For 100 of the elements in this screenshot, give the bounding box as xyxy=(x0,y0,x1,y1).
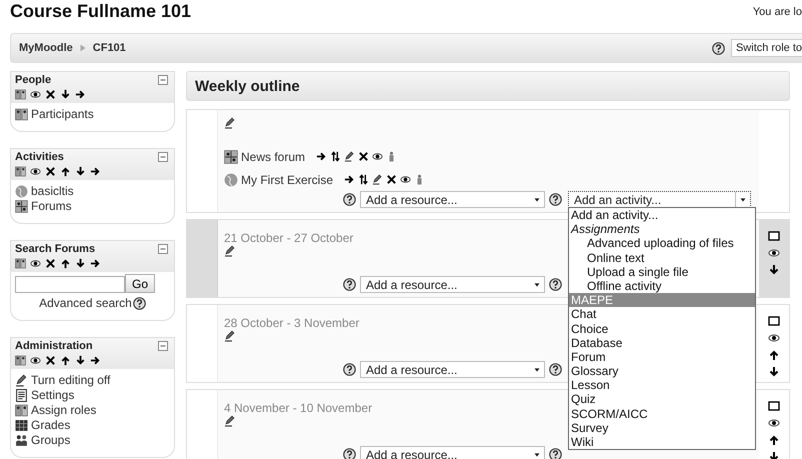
menu-option[interactable]: Glossary xyxy=(569,364,755,378)
up-arrow-icon[interactable] xyxy=(768,349,780,361)
help-icon[interactable] xyxy=(343,278,356,291)
menu-option[interactable]: Upload a single file xyxy=(569,264,755,279)
collapse-icon[interactable] xyxy=(157,243,169,255)
eye-icon[interactable] xyxy=(768,247,780,259)
down-arrow-icon[interactable] xyxy=(768,366,780,378)
activity-select[interactable]: Add an activity... xyxy=(568,191,751,208)
help-icon[interactable] xyxy=(343,448,356,459)
sidebar-link[interactable]: Grades xyxy=(31,418,70,432)
breadcrumb-link[interactable]: CF101 xyxy=(92,42,126,54)
activity-link[interactable]: My First Exercise xyxy=(241,172,334,186)
up-arrow-icon[interactable] xyxy=(60,166,71,177)
help-icon[interactable] xyxy=(549,193,562,206)
eye-icon[interactable] xyxy=(30,355,41,366)
breadcrumb-link[interactable]: MyMoodle xyxy=(19,42,73,54)
square-icon[interactable] xyxy=(768,315,780,327)
delete-icon[interactable] xyxy=(45,166,56,177)
help-icon[interactable] xyxy=(549,363,562,376)
right-arrow-icon[interactable] xyxy=(75,89,86,100)
right-arrow-icon[interactable] xyxy=(90,355,101,366)
up-arrow-icon[interactable] xyxy=(60,258,71,269)
pencil-icon[interactable] xyxy=(344,151,356,162)
eye-icon[interactable] xyxy=(372,151,384,162)
menu-option[interactable]: Database xyxy=(569,336,755,350)
up-arrow-icon[interactable] xyxy=(60,355,71,366)
people-icon[interactable] xyxy=(15,355,26,366)
pencil-icon[interactable] xyxy=(372,174,384,185)
document-icon xyxy=(15,388,28,402)
menu-option[interactable]: Online text xyxy=(569,250,755,265)
eye-icon[interactable] xyxy=(400,174,412,185)
eye-icon[interactable] xyxy=(768,332,780,344)
up-arrow-icon[interactable] xyxy=(768,434,780,446)
eye-icon[interactable] xyxy=(30,166,41,177)
help-icon[interactable] xyxy=(712,42,725,54)
sidebar-link[interactable]: basicltis xyxy=(31,184,74,198)
people-icon[interactable] xyxy=(15,166,26,177)
role-select[interactable]: Switch role to xyxy=(730,39,802,57)
delete-icon[interactable] xyxy=(358,151,370,162)
square-icon[interactable] xyxy=(768,230,780,242)
sidebar-link[interactable]: Participants xyxy=(31,107,94,121)
right-arrow-icon[interactable] xyxy=(344,174,356,185)
pencil-icon[interactable] xyxy=(224,415,236,427)
down-arrow-icon[interactable] xyxy=(75,355,86,366)
menu-option[interactable]: Advanced uploading of files xyxy=(569,236,755,251)
pencil-icon[interactable] xyxy=(224,330,236,342)
down-arrow-icon[interactable] xyxy=(75,166,86,177)
menu-option[interactable]: SCORM/AICC xyxy=(569,406,755,421)
menu-option[interactable]: Lesson xyxy=(569,378,755,392)
collapse-icon[interactable] xyxy=(157,74,169,86)
sidebar-link[interactable]: Settings xyxy=(31,388,74,402)
collapse-icon[interactable] xyxy=(157,340,169,352)
menu-option[interactable]: Quiz xyxy=(569,392,755,407)
pencil-icon[interactable] xyxy=(224,117,236,129)
help-icon[interactable] xyxy=(343,363,356,376)
down-arrow-icon[interactable] xyxy=(768,264,780,276)
menu-option[interactable]: Survey xyxy=(569,420,755,435)
menu-option[interactable]: Wiki xyxy=(569,435,755,450)
menu-option[interactable]: Offline activity xyxy=(569,278,755,294)
help-icon[interactable] xyxy=(132,296,146,310)
sidebar-link[interactable]: Groups xyxy=(31,433,70,447)
resource-select[interactable]: Add a resource... xyxy=(360,446,545,459)
sidebar-link[interactable]: Forums xyxy=(31,199,72,213)
people-icon[interactable] xyxy=(15,89,26,100)
up-down-arrow-icon[interactable] xyxy=(330,151,342,162)
sidebar-link[interactable]: Turn editing off xyxy=(31,373,110,387)
down-arrow-icon[interactable] xyxy=(60,89,71,100)
eye-icon[interactable] xyxy=(30,89,41,100)
help-icon[interactable] xyxy=(549,448,562,459)
resource-select[interactable]: Add a resource... xyxy=(360,276,545,293)
menu-option[interactable]: MAEPE xyxy=(569,293,755,308)
help-icon[interactable] xyxy=(549,278,562,291)
delete-icon[interactable] xyxy=(45,89,56,100)
resource-select[interactable]: Add a resource... xyxy=(360,361,545,378)
delete-icon[interactable] xyxy=(386,174,398,185)
menu-option[interactable]: Choice xyxy=(569,322,755,336)
search-field[interactable] xyxy=(15,276,125,293)
advanced-search-link[interactable]: Advanced search xyxy=(39,296,132,310)
up-down-arrow-icon[interactable] xyxy=(358,174,370,185)
menu-option[interactable]: Add an activity... xyxy=(569,208,755,222)
go-button[interactable]: Go xyxy=(125,274,156,293)
pencil-icon[interactable] xyxy=(224,245,236,257)
people-icon[interactable] xyxy=(15,258,26,269)
down-arrow-icon[interactable] xyxy=(75,258,86,269)
eye-icon[interactable] xyxy=(30,258,41,269)
square-icon[interactable] xyxy=(768,400,780,412)
login-text: You are lo xyxy=(752,6,802,18)
menu-option[interactable]: Forum xyxy=(569,350,755,364)
menu-option[interactable]: Chat xyxy=(569,307,755,322)
resource-select[interactable]: Add a resource... xyxy=(360,191,545,208)
delete-icon[interactable] xyxy=(45,355,56,366)
right-arrow-icon[interactable] xyxy=(90,166,101,177)
right-arrow-icon[interactable] xyxy=(90,258,101,269)
activity-link[interactable]: News forum xyxy=(241,150,306,164)
eye-icon[interactable] xyxy=(768,417,780,429)
collapse-icon[interactable] xyxy=(157,151,169,163)
delete-icon[interactable] xyxy=(45,258,56,269)
help-icon[interactable] xyxy=(343,193,356,206)
right-arrow-icon[interactable] xyxy=(316,151,328,162)
sidebar-link[interactable]: Assign roles xyxy=(31,403,96,417)
